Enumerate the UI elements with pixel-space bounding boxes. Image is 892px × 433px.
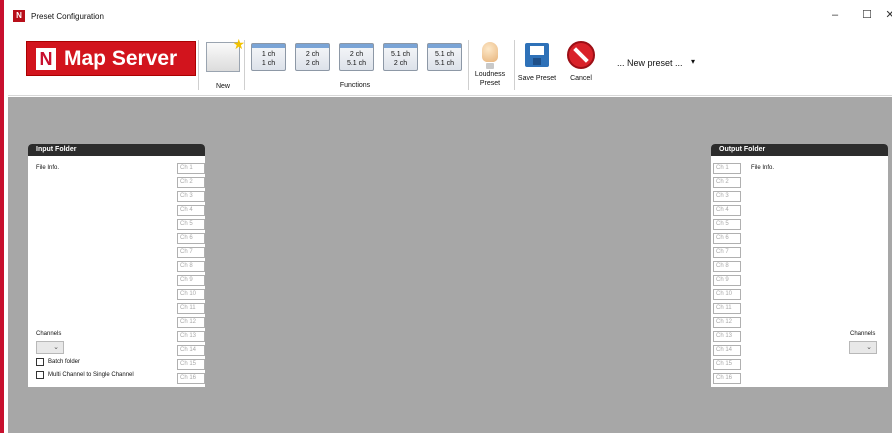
batch-folder-label: Batch folder xyxy=(48,359,81,365)
function-51ch-51ch-button[interactable]: 5.1 ch 5.1 ch xyxy=(427,43,462,71)
minimize-button[interactable]: – xyxy=(820,6,850,24)
function-top-label: 2 ch xyxy=(349,51,364,58)
maximize-button[interactable]: ☐ xyxy=(852,6,882,24)
output-channel-field[interactable]: Ch 15 xyxy=(713,359,741,370)
cancel-label: Cancel xyxy=(570,75,592,82)
save-preset-label: Save Preset xyxy=(517,75,557,82)
window-title: Preset Configuration xyxy=(31,11,104,21)
batch-folder-checkbox[interactable] xyxy=(36,358,44,366)
input-channel-field[interactable]: Ch 2 xyxy=(177,177,205,188)
input-channels-label: Channels xyxy=(36,331,62,337)
output-channel-field[interactable]: Ch 13 xyxy=(713,331,741,342)
function-2ch-2ch-button[interactable]: 2 ch 2 ch xyxy=(295,43,330,71)
input-channel-field[interactable]: Ch 8 xyxy=(177,261,205,272)
lightbulb-icon xyxy=(482,42,498,62)
output-channel-field[interactable]: Ch 9 xyxy=(713,275,741,286)
output-channel-field[interactable]: Ch 2 xyxy=(713,177,741,188)
input-channel-field[interactable]: Ch 16 xyxy=(177,373,205,384)
output-file-info: File Info. xyxy=(751,165,775,171)
output-channel-field[interactable]: Ch 5 xyxy=(713,219,741,230)
output-channel-field[interactable]: Ch 7 xyxy=(713,247,741,258)
input-channel-field[interactable]: Ch 5 xyxy=(177,219,205,230)
multi-channel-checkbox[interactable] xyxy=(36,371,44,379)
logo-text: Map Server xyxy=(64,46,178,70)
output-folder-title: Output Folder xyxy=(711,144,888,156)
input-channel-field[interactable]: Ch 4 xyxy=(177,205,205,216)
loudness-label-line1: Loudness xyxy=(474,71,506,78)
input-channel-field[interactable]: Ch 14 xyxy=(177,345,205,356)
output-channels-select[interactable]: ⌄ xyxy=(849,341,877,354)
new-label: New xyxy=(215,83,230,90)
input-folder-panel: Input Folder File Info. Ch 1 Ch 2 Ch 3 Ch 4… xyxy=(28,144,205,387)
map-server-logo: N Map Server xyxy=(27,42,195,75)
cancel-button[interactable] xyxy=(567,41,595,69)
output-channel-field[interactable]: Ch 3 xyxy=(713,191,741,202)
input-channel-field[interactable]: Ch 10 xyxy=(177,289,205,300)
function-top-label: 5.1 ch xyxy=(434,51,455,58)
toolbar-separator xyxy=(468,40,469,90)
toolbar-separator xyxy=(198,40,199,90)
title-bar: N Preset Configuration – ☐ ✕ xyxy=(8,0,892,32)
save-preset-button[interactable] xyxy=(525,43,549,67)
output-channel-field[interactable]: Ch 6 xyxy=(713,233,741,244)
input-channel-field[interactable]: Ch 3 xyxy=(177,191,205,202)
multi-channel-label: Multi Channel to Single Channel xyxy=(48,372,134,378)
input-channel-field[interactable]: Ch 7 xyxy=(177,247,205,258)
preset-configuration-window: N Preset Configuration – ☐ ✕ N Map Serve… xyxy=(0,0,892,433)
new-button[interactable]: ★ xyxy=(206,36,245,72)
input-channel-field[interactable]: Ch 15 xyxy=(177,359,205,370)
input-channel-field[interactable]: Ch 11 xyxy=(177,303,205,314)
close-button[interactable]: ✕ xyxy=(882,6,892,24)
function-bottom-label: 5.1 ch xyxy=(346,60,367,67)
input-channels-select[interactable]: ⌄ xyxy=(36,341,64,354)
input-folder-title: Input Folder xyxy=(28,144,205,156)
function-bottom-label: 5.1 ch xyxy=(434,60,455,67)
function-2ch-51ch-button[interactable]: 2 ch 5.1 ch xyxy=(339,43,374,71)
function-51ch-2ch-button[interactable]: 5.1 ch 2 ch xyxy=(383,43,418,71)
input-channel-field[interactable]: Ch 12 xyxy=(177,317,205,328)
output-channel-field[interactable]: Ch 11 xyxy=(713,303,741,314)
lightbulb-base xyxy=(486,63,494,69)
toolbar-separator xyxy=(514,40,515,90)
function-bottom-label: 2 ch xyxy=(305,60,320,67)
input-channel-field[interactable]: Ch 13 xyxy=(177,331,205,342)
input-channel-field[interactable]: Ch 6 xyxy=(177,233,205,244)
output-folder-panel: Output Folder File Info. Ch 1 Ch 2 Ch 3 Ch … xyxy=(711,144,888,387)
function-top-label: 2 ch xyxy=(305,51,320,58)
app-logo-icon: N xyxy=(13,10,25,22)
functions-group-label: Functions xyxy=(339,82,371,89)
output-channels-label: Channels xyxy=(850,331,876,337)
function-top-label: 1 ch xyxy=(261,51,276,58)
function-bottom-label: 2 ch xyxy=(393,60,408,67)
loudness-preset-label: Loudness Preset xyxy=(470,70,510,88)
output-channel-field[interactable]: Ch 14 xyxy=(713,345,741,356)
output-channel-field[interactable]: Ch 16 xyxy=(713,373,741,384)
function-top-label: 5.1 ch xyxy=(390,51,411,58)
input-file-info: File Info. xyxy=(36,165,60,171)
output-channel-field[interactable]: Ch 4 xyxy=(713,205,741,216)
toolbar: N Map Server ★ New 1 ch 1 ch 2 ch 2 ch 2 c… xyxy=(8,32,892,96)
chevron-down-icon[interactable]: ▾ xyxy=(691,57,695,66)
toolbar-separator xyxy=(244,40,245,90)
output-channel-field[interactable]: Ch 1 xyxy=(713,163,741,174)
input-channel-field[interactable]: Ch 1 xyxy=(177,163,205,174)
output-channel-field[interactable]: Ch 8 xyxy=(713,261,741,272)
loudness-label-line2: Preset xyxy=(479,80,501,87)
output-channel-field[interactable]: Ch 12 xyxy=(713,317,741,328)
input-channel-field[interactable]: Ch 9 xyxy=(177,275,205,286)
function-1ch-1ch-button[interactable]: 1 ch 1 ch xyxy=(251,43,286,71)
function-bottom-label: 1 ch xyxy=(261,60,276,67)
output-channel-field[interactable]: Ch 10 xyxy=(713,289,741,300)
logo-letter: N xyxy=(36,47,56,70)
preset-select[interactable]: ... New preset ... xyxy=(617,58,683,68)
workspace: Input Folder File Info. Ch 1 Ch 2 Ch 3 Ch 4… xyxy=(8,97,892,433)
